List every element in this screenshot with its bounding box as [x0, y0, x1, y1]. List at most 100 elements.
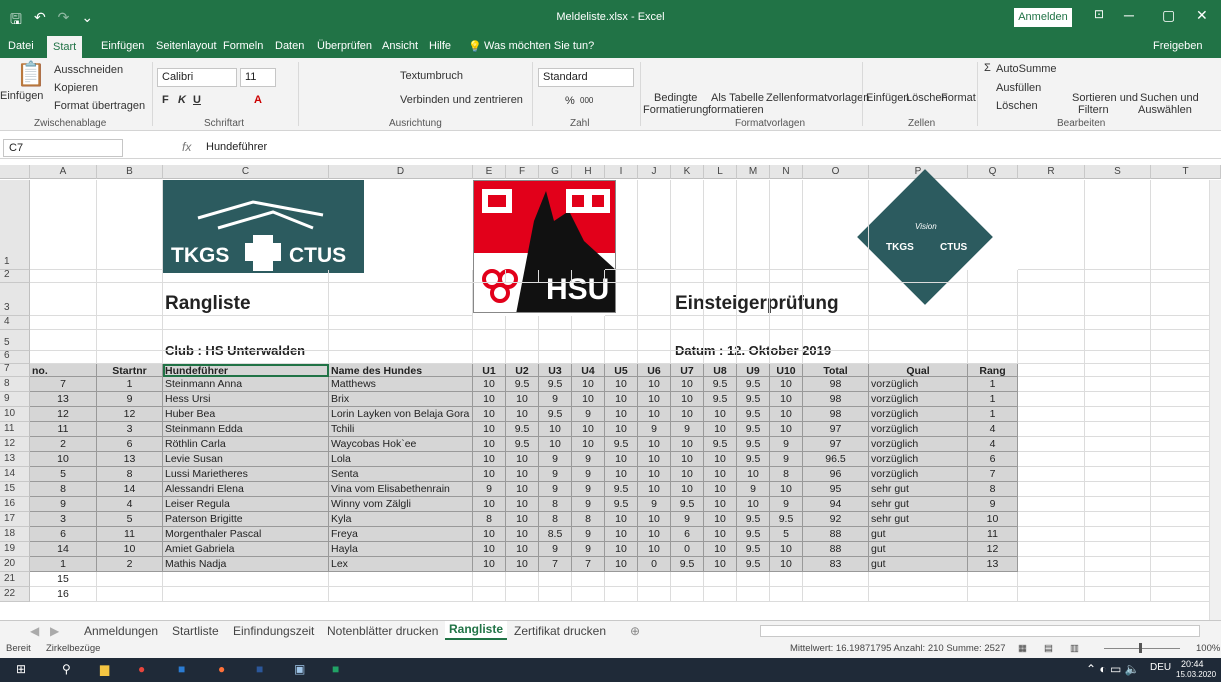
search-icon[interactable]: ⚲ — [62, 662, 71, 676]
table-row-cell[interactable]: 6 — [97, 437, 163, 452]
empty-cell[interactable] — [1018, 270, 1085, 283]
empty-cell[interactable] — [803, 283, 869, 316]
table-row-cell[interactable]: Hess Ursi — [163, 392, 329, 407]
empty-cell[interactable] — [737, 316, 770, 330]
table-row-cell[interactable]: 9.5 — [770, 512, 803, 527]
table-row-cell[interactable]: 9 — [572, 467, 605, 482]
empty-cell[interactable] — [803, 180, 869, 270]
empty-cell[interactable] — [869, 270, 968, 283]
empty-cell[interactable] — [638, 330, 671, 351]
empty-cell[interactable] — [737, 270, 770, 283]
italic-button[interactable]: K — [178, 94, 186, 106]
table-header-cell[interactable]: U3 — [539, 364, 572, 377]
empty-cell[interactable] — [506, 351, 539, 364]
table-row-cell[interactable]: Freya — [329, 527, 473, 542]
table-row-cell[interactable]: 10 — [605, 392, 638, 407]
table-row-cell[interactable]: 10 — [605, 377, 638, 392]
normal-view-icon[interactable]: ▦ — [1018, 643, 1027, 654]
table-header-cell[interactable]: U4 — [572, 364, 605, 377]
excel-taskbar-icon[interactable]: ■ — [332, 662, 339, 676]
table-row-cell[interactable]: 13 — [97, 452, 163, 467]
empty-cell[interactable] — [1018, 377, 1085, 392]
table-row-cell[interactable]: 4 — [97, 497, 163, 512]
empty-cell[interactable] — [539, 330, 572, 351]
table-row-cell[interactable]: 10 — [770, 542, 803, 557]
empty-cell[interactable] — [704, 270, 737, 283]
table-header-cell[interactable]: Total — [803, 364, 869, 377]
empty-cell[interactable] — [1085, 351, 1151, 364]
empty-cell[interactable] — [704, 587, 737, 602]
empty-cell[interactable] — [163, 270, 329, 283]
empty-cell[interactable] — [869, 283, 968, 316]
table-row-cell[interactable]: Levie Susan — [163, 452, 329, 467]
table-row-cell[interactable]: 9 — [539, 467, 572, 482]
column-header[interactable]: E — [473, 165, 506, 179]
tab-datei[interactable]: Datei — [8, 40, 34, 52]
table-row-cell[interactable]: Senta — [329, 467, 473, 482]
empty-cell[interactable] — [97, 351, 163, 364]
table-row-cell[interactable]: 10 — [704, 467, 737, 482]
table-row-cell[interactable]: 10 — [473, 407, 506, 422]
table-row-cell[interactable]: Matthews — [329, 377, 473, 392]
empty-cell[interactable] — [329, 572, 473, 587]
table-row-cell[interactable]: 2 — [97, 557, 163, 572]
empty-cell[interactable] — [473, 587, 506, 602]
empty-cell[interactable] — [1018, 364, 1085, 377]
tab-seitenlayout[interactable]: Seitenlayout — [156, 40, 217, 52]
table-row-cell[interactable]: 10 — [704, 497, 737, 512]
table-row-cell[interactable]: 10 — [473, 497, 506, 512]
underline-button[interactable]: U — [193, 94, 201, 106]
table-row-cell[interactable]: 9.5 — [737, 452, 770, 467]
table-row-cell[interactable]: vorzüglich — [869, 422, 968, 437]
empty-cell[interactable] — [506, 270, 539, 283]
table-row-cell[interactable]: 5 — [770, 527, 803, 542]
empty-cell[interactable] — [1085, 392, 1151, 407]
empty-cell[interactable] — [572, 316, 605, 330]
row-header[interactable]: 5 — [0, 330, 30, 351]
table-row-cell[interactable]: 96.5 — [803, 452, 869, 467]
table-row-cell[interactable]: Alessandri Elena — [163, 482, 329, 497]
table-row-cell[interactable]: Amiet Gabriela — [163, 542, 329, 557]
empty-cell[interactable] — [638, 270, 671, 283]
empty-cell[interactable] — [539, 572, 572, 587]
table-row-cell[interactable]: gut — [869, 557, 968, 572]
empty-cell[interactable] — [539, 587, 572, 602]
table-row-cell[interactable]: 10 — [671, 392, 704, 407]
empty-cell[interactable] — [737, 180, 770, 270]
column-header[interactable]: C — [163, 165, 329, 179]
table-header-cell[interactable]: U9 — [737, 364, 770, 377]
empty-cell[interactable] — [770, 283, 803, 316]
table-row-cell[interactable]: 10 — [572, 392, 605, 407]
table-row-cell[interactable]: 10 — [539, 422, 572, 437]
table-row-cell[interactable]: 9 — [770, 452, 803, 467]
table-row-cell[interactable]: 9 — [539, 542, 572, 557]
table-row-cell[interactable]: 9.5 — [506, 437, 539, 452]
table-row-cell[interactable]: 4 — [968, 422, 1018, 437]
row-header[interactable]: 15 — [0, 482, 30, 497]
table-row-cell[interactable]: Mathis Nadja — [163, 557, 329, 572]
table-row-cell[interactable]: 10 — [737, 467, 770, 482]
row-header[interactable]: 22 — [0, 587, 30, 602]
column-header[interactable]: K — [671, 165, 704, 179]
empty-cell[interactable] — [539, 316, 572, 330]
table-row-cell[interactable]: 7 — [539, 557, 572, 572]
column-header[interactable]: O — [803, 165, 869, 179]
empty-cell[interactable] — [605, 283, 638, 316]
empty-cell[interactable] — [704, 351, 737, 364]
sheet-tab-zertifikat[interactable]: Zertifikat drucken — [514, 624, 606, 638]
empty-cell[interactable] — [671, 316, 704, 330]
autosum-button[interactable]: AutoSumme — [996, 63, 1057, 75]
font-color-icon[interactable]: A — [254, 94, 262, 106]
percent-button[interactable]: % — [565, 95, 575, 107]
row-header[interactable]: 10 — [0, 407, 30, 422]
empty-cell[interactable] — [671, 351, 704, 364]
tab-hilfe[interactable]: Hilfe — [429, 40, 451, 52]
table-row-cell[interactable]: 6 — [30, 527, 97, 542]
empty-cell[interactable] — [638, 283, 671, 316]
format-cells-button[interactable]: Format — [941, 92, 976, 104]
empty-cell[interactable] — [539, 270, 572, 283]
empty-cell[interactable] — [869, 572, 968, 587]
close-button[interactable]: ✕ — [1196, 7, 1208, 24]
table-row-cell[interactable]: 4 — [968, 437, 1018, 452]
clock-date[interactable]: 15.03.2020 — [1176, 670, 1216, 679]
